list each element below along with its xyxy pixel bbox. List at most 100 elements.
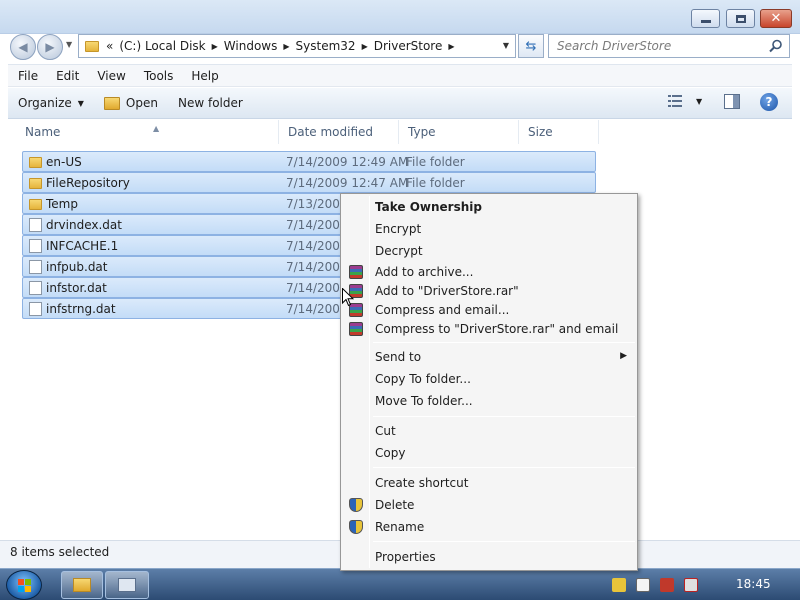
menu-edit[interactable]: Edit	[46, 69, 87, 83]
organize-button[interactable]: Organize ▼	[8, 96, 94, 110]
minimize-button[interactable]	[691, 9, 720, 28]
clock[interactable]: 18:45	[736, 577, 771, 591]
views-dropdown-icon[interactable]: ▼	[696, 97, 702, 106]
file-date: 7/14/2009	[286, 281, 348, 295]
file-row[interactable]: FileRepository 7/14/2009 12:47 AM File f…	[22, 172, 596, 193]
menu-label: Send to	[375, 350, 422, 364]
search-box[interactable]	[548, 34, 790, 58]
menu-compress-rar-email[interactable]: Compress to "DriverStore.rar" and email	[343, 319, 635, 339]
winrar-icon	[349, 322, 363, 336]
taskbar-app-button[interactable]	[105, 571, 149, 599]
refresh-button[interactable]: ⇆	[518, 34, 544, 58]
winrar-icon	[349, 265, 363, 279]
change-view-button[interactable]: ▼	[668, 94, 702, 108]
address-bar[interactable]: « (C:) Local Disk ▶ Windows ▶ System32 ▶…	[78, 34, 516, 58]
breadcrumb-arrow-icon[interactable]: ▶	[445, 42, 457, 51]
menu-label: Compress to "DriverStore.rar" and email	[375, 322, 619, 336]
menu-take-ownership[interactable]: Take Ownership	[343, 197, 635, 217]
file-name: en-US	[46, 155, 82, 169]
menu-help[interactable]: Help	[181, 69, 226, 83]
folder-icon	[29, 157, 42, 168]
breadcrumb-arrow-icon[interactable]: ▶	[209, 42, 221, 51]
file-date: 7/13/2009	[286, 197, 348, 211]
breadcrumb-arrow-icon[interactable]: ▶	[280, 42, 292, 51]
search-input[interactable]	[549, 35, 759, 57]
forward-button[interactable]: ▶	[37, 34, 63, 60]
folder-icon	[73, 578, 91, 592]
menu-add-to-archive[interactable]: Add to archive...	[343, 262, 635, 282]
menu-delete[interactable]: Delete	[343, 495, 635, 515]
start-button[interactable]	[6, 570, 42, 600]
menu-properties[interactable]: Properties	[343, 547, 635, 567]
address-dropdown-icon[interactable]: ▼	[503, 41, 509, 50]
menu-encrypt[interactable]: Encrypt	[343, 219, 635, 239]
file-name: INFCACHE.1	[46, 239, 119, 253]
menu-copy-to-folder[interactable]: Copy To folder...	[343, 369, 635, 389]
preview-pane-button[interactable]	[724, 94, 740, 112]
menu-decrypt[interactable]: Decrypt	[343, 241, 635, 261]
back-button[interactable]: ◀	[10, 34, 36, 60]
menu-compress-email[interactable]: Compress and email...	[343, 300, 635, 320]
file-type: File folder	[406, 155, 465, 169]
open-label: Open	[125, 96, 158, 110]
file-date: 7/14/2009	[286, 218, 348, 232]
breadcrumb-driverstore[interactable]: DriverStore	[371, 39, 446, 53]
taskbar: 18:45	[0, 568, 800, 600]
taskbar-explorer-button[interactable]	[61, 571, 103, 599]
column-header-size[interactable]: Size	[519, 120, 599, 144]
close-button[interactable]: ✕	[760, 9, 792, 28]
menu-label: Compress and email...	[375, 303, 510, 317]
file-name: FileRepository	[46, 176, 130, 190]
forward-arrow-icon: ▶	[45, 40, 55, 54]
column-header-name[interactable]: Name ▲	[16, 120, 279, 144]
menu-move-to-folder[interactable]: Move To folder...	[343, 391, 635, 411]
open-button[interactable]: Open	[94, 96, 168, 110]
maximize-button[interactable]	[726, 9, 755, 28]
menu-label: Copy	[375, 446, 406, 460]
breadcrumb-windows[interactable]: Windows	[221, 39, 281, 53]
help-icon[interactable]: ?	[760, 93, 778, 111]
menu-label: Properties	[375, 550, 436, 564]
menu-add-to-rar[interactable]: Add to "DriverStore.rar"	[343, 281, 635, 301]
menu-create-shortcut[interactable]: Create shortcut	[343, 473, 635, 493]
column-header-type[interactable]: Type	[399, 120, 519, 144]
folder-icon	[85, 40, 99, 52]
action-center-icon[interactable]	[612, 578, 626, 592]
menu-cut[interactable]: Cut	[343, 421, 635, 441]
selection-count: 8 items selected	[10, 545, 110, 559]
column-header-date[interactable]: Date modified	[279, 120, 399, 144]
menu-label: Take Ownership	[375, 200, 482, 214]
new-folder-label: New folder	[177, 96, 243, 110]
uac-shield-icon	[349, 520, 363, 534]
preview-pane-icon	[724, 94, 740, 109]
volume-muted-icon[interactable]	[684, 578, 698, 592]
menu-label: Move To folder...	[375, 394, 473, 408]
recent-pages-dropdown[interactable]: ▼	[66, 40, 72, 49]
menu-separator	[373, 342, 635, 343]
file-row[interactable]: en-US 7/14/2009 12:49 AM File folder	[22, 151, 596, 172]
device-icon[interactable]	[636, 578, 650, 592]
file-date: 7/14/2009	[286, 239, 348, 253]
breadcrumb-overflow[interactable]: «	[103, 39, 116, 53]
menu-rename[interactable]: Rename	[343, 517, 635, 537]
view-list-icon	[668, 95, 682, 107]
breadcrumb-local-disk[interactable]: (C:) Local Disk	[116, 39, 208, 53]
breadcrumb-arrow-icon[interactable]: ▶	[359, 42, 371, 51]
breadcrumb-system32[interactable]: System32	[293, 39, 359, 53]
command-bar: Organize ▼ Open New folder ▼ ?	[8, 88, 792, 119]
menu-tools[interactable]: Tools	[134, 69, 182, 83]
network-icon[interactable]	[660, 578, 674, 592]
menu-send-to[interactable]: Send to ▶	[343, 347, 635, 367]
file-icon	[29, 239, 42, 253]
menu-file[interactable]: File	[8, 69, 46, 83]
file-icon	[29, 302, 42, 316]
menu-copy[interactable]: Copy	[343, 443, 635, 463]
maximize-icon	[735, 14, 746, 23]
menu-view[interactable]: View	[87, 69, 133, 83]
chevron-down-icon: ▼	[77, 98, 84, 108]
file-icon	[29, 260, 42, 274]
minimize-icon	[700, 20, 711, 23]
new-folder-button[interactable]: New folder	[168, 96, 253, 110]
sort-ascending-icon: ▲	[153, 124, 160, 133]
search-icon[interactable]	[769, 39, 783, 53]
